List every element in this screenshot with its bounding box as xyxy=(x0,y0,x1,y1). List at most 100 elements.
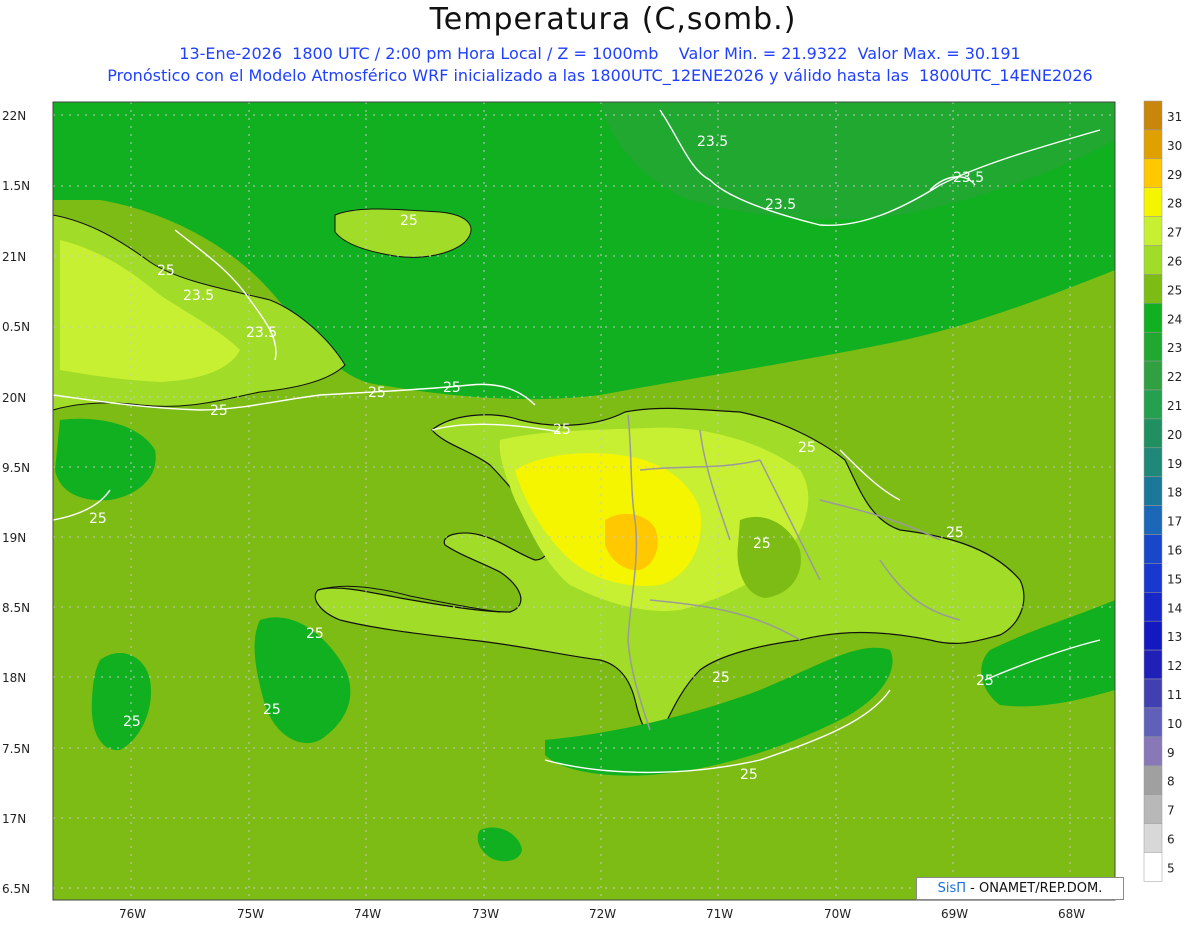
colorbar-swatch xyxy=(1143,274,1163,304)
colorbar-label: 24 xyxy=(1167,312,1182,326)
contour-label: 23.5 xyxy=(953,170,984,186)
colorbar-label: 28 xyxy=(1167,197,1182,211)
contour-label: 25 xyxy=(712,670,730,686)
colorbar-swatch xyxy=(1143,129,1163,160)
colorbar-label: 13 xyxy=(1167,630,1182,644)
colorbar: 31 30 29 28 27 26 25 24 23 22 21 20 19 18 17 16 15 14 13 12… xyxy=(1143,100,1182,882)
lon-label: 73W xyxy=(472,907,499,921)
contour-label: 25 xyxy=(263,702,281,718)
contour-label: 23.5 xyxy=(246,325,277,341)
contour-label: 25 xyxy=(123,714,141,730)
lat-label: 17N xyxy=(2,812,26,826)
contour-label: 25 xyxy=(976,673,994,689)
colorbar-swatch xyxy=(1143,216,1163,246)
contour-label: 25 xyxy=(157,263,175,279)
lat-label: 19N xyxy=(2,531,26,545)
lon-label: 68W xyxy=(1058,907,1085,921)
colorbar-swatch xyxy=(1143,620,1163,651)
map-subtitle-time: 13-Ene-2026 1800 UTC / 2:00 pm Hora Loca… xyxy=(179,44,1021,63)
colorbar-label: 18 xyxy=(1167,486,1182,500)
colorbar-swatch xyxy=(1143,649,1163,680)
contour-label: 23.5 xyxy=(765,197,796,213)
colorbar-label: 27 xyxy=(1167,226,1182,240)
longitude-axis: 76W 75W 74W 73W 72W 71W 70W 69W 68W xyxy=(119,907,1085,921)
colorbar-swatch xyxy=(1143,158,1163,188)
colorbar-label: 19 xyxy=(1167,457,1182,471)
lat-label: 9.5N xyxy=(2,461,30,475)
colorbar-swatch xyxy=(1143,852,1163,882)
colorbar-label: 14 xyxy=(1167,601,1182,615)
colorbar-label: 26 xyxy=(1167,255,1182,269)
colorbar-label: 31 xyxy=(1167,110,1182,124)
lon-label: 74W xyxy=(354,907,381,921)
lat-label: 22N xyxy=(2,109,26,123)
colorbar-swatch xyxy=(1143,736,1163,766)
contour-label: 25 xyxy=(368,385,386,401)
colorbar-label: 10 xyxy=(1167,717,1182,731)
contour-label: 25 xyxy=(443,380,461,396)
colorbar-swatch xyxy=(1143,794,1163,824)
colorbar-label: 21 xyxy=(1167,399,1182,413)
colorbar-swatch xyxy=(1143,331,1163,362)
colorbar-label: 29 xyxy=(1167,168,1182,182)
colorbar-label: 6 xyxy=(1167,833,1175,847)
colorbar-swatch xyxy=(1143,476,1163,506)
colorbar-swatch xyxy=(1143,389,1163,420)
colorbar-label: 15 xyxy=(1167,572,1182,586)
lat-label: 1.5N xyxy=(2,179,30,193)
colorbar-label: 20 xyxy=(1167,428,1182,442)
credit-text: - ONAMET/REP.DOM. xyxy=(966,881,1103,896)
contour-label: 23.5 xyxy=(183,288,214,304)
temperature-map: 22N 1.5N 21N 0.5N 20N 9.5N 19N 8.5N 18N … xyxy=(2,100,1182,921)
colorbar-label: 7 xyxy=(1167,804,1175,818)
lon-label: 71W xyxy=(706,907,733,921)
lon-label: 75W xyxy=(237,907,264,921)
colorbar-swatch xyxy=(1143,447,1163,477)
contour-label: 25 xyxy=(400,213,418,229)
colorbar-swatch xyxy=(1143,100,1163,131)
lat-label: 20N xyxy=(2,391,26,405)
lon-label: 76W xyxy=(119,907,146,921)
contour-label: 25 xyxy=(306,626,324,642)
lat-label: 6.5N xyxy=(2,882,30,896)
colorbar-label: 11 xyxy=(1167,688,1182,702)
contour-label: 23.5 xyxy=(697,134,728,150)
credit-box: SisΠ - ONAMET/REP.DOM. xyxy=(916,877,1124,900)
colorbar-swatch xyxy=(1143,592,1163,622)
colorbar-swatch xyxy=(1143,418,1163,449)
lon-label: 72W xyxy=(589,907,616,921)
colorbar-label: 5 xyxy=(1167,861,1175,875)
colorbar-swatch xyxy=(1143,563,1163,593)
lat-label: 0.5N xyxy=(2,320,30,334)
contour-label: 25 xyxy=(553,422,571,438)
colorbar-label: 25 xyxy=(1167,283,1182,297)
colorbar-swatch xyxy=(1143,765,1163,795)
lat-label: 7.5N xyxy=(2,742,30,756)
map-title: Temperatura (C,somb.) xyxy=(429,2,797,37)
colorbar-label: 8 xyxy=(1167,775,1175,789)
colorbar-swatch xyxy=(1143,303,1163,333)
colorbar-swatch xyxy=(1143,534,1163,564)
latitude-axis: 22N 1.5N 21N 0.5N 20N 9.5N 19N 8.5N 18N … xyxy=(2,109,30,896)
contour-label: 25 xyxy=(740,767,758,783)
colorbar-swatch xyxy=(1143,245,1163,275)
colorbar-label: 12 xyxy=(1167,659,1182,673)
contour-label: 25 xyxy=(210,403,228,419)
colorbar-swatch xyxy=(1143,707,1163,738)
colorbar-label: 30 xyxy=(1167,139,1182,153)
colorbar-swatch xyxy=(1143,505,1163,535)
colorbar-label: 23 xyxy=(1167,341,1182,355)
contour-label: 25 xyxy=(798,440,816,456)
contour-label: 25 xyxy=(946,525,964,541)
colorbar-swatch xyxy=(1143,823,1163,853)
lat-label: 18N xyxy=(2,671,26,685)
colorbar-swatch xyxy=(1143,678,1163,709)
contour-label: 25 xyxy=(89,511,107,527)
colorbar-label: 16 xyxy=(1167,544,1182,558)
credit-brand: SisΠ xyxy=(937,881,967,896)
colorbar-label: 9 xyxy=(1167,746,1175,760)
contour-label: 25 xyxy=(753,536,771,552)
colorbar-label: 22 xyxy=(1167,370,1182,384)
lon-label: 69W xyxy=(941,907,968,921)
colorbar-swatch xyxy=(1143,360,1163,391)
